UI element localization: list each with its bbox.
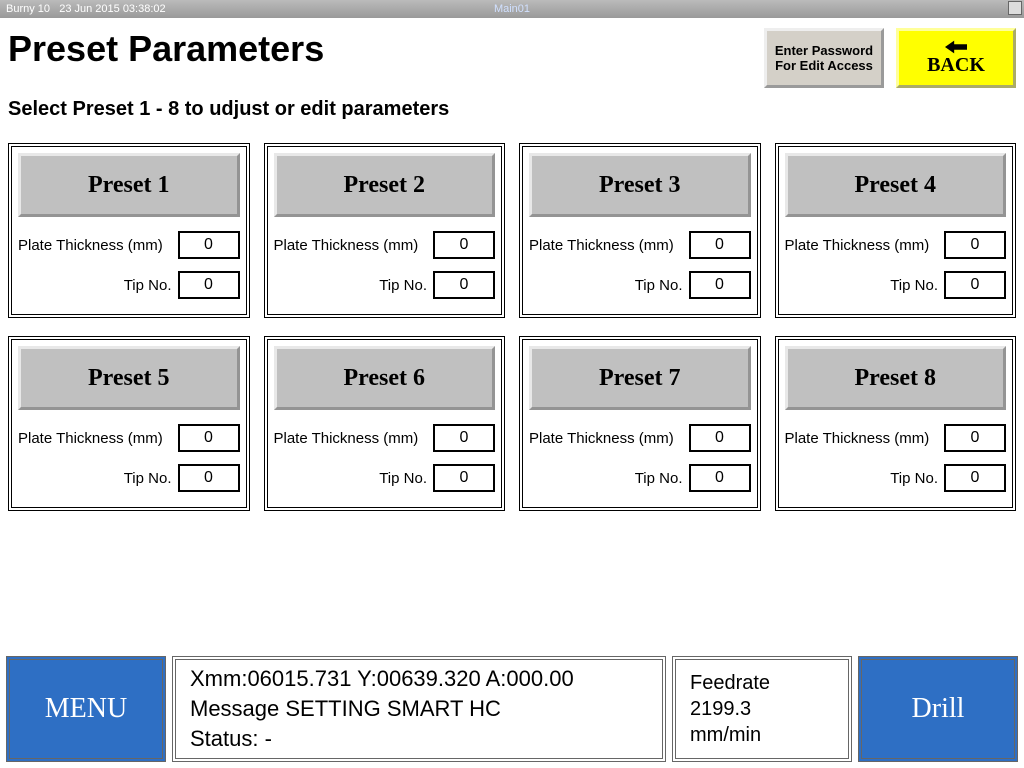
preset-card: Preset 6 Plate Thickness (mm) 0 Tip No. … (264, 336, 506, 511)
feedrate-value: 2199.3 (690, 696, 751, 722)
tip-no-value[interactable]: 0 (433, 464, 495, 492)
feedrate-unit: mm/min (690, 722, 761, 748)
tip-no-value[interactable]: 0 (944, 271, 1006, 299)
tip-no-value[interactable]: 0 (433, 271, 495, 299)
footer-bar: MENU Xmm:06015.731 Y:00639.320 A:000.00 … (0, 650, 1024, 768)
plate-thickness-value[interactable]: 0 (433, 424, 495, 452)
coordinates-readout: Xmm:06015.731 Y:00639.320 A:000.00 (190, 664, 574, 694)
plate-thickness-label: Plate Thickness (mm) (529, 430, 689, 447)
preset-card: Preset 8 Plate Thickness (mm) 0 Tip No. … (775, 336, 1017, 511)
tip-no-label: Tip No. (274, 277, 434, 294)
preset-button[interactable]: Preset 3 (529, 153, 751, 217)
preset-card: Preset 5 Plate Thickness (mm) 0 Tip No. … (8, 336, 250, 511)
plate-thickness-label: Plate Thickness (mm) (785, 430, 945, 447)
plate-thickness-value[interactable]: 0 (689, 424, 751, 452)
plate-thickness-value[interactable]: 0 (944, 231, 1006, 259)
titlebar-screen-name: Main01 (494, 3, 530, 15)
plate-thickness-label: Plate Thickness (mm) (274, 430, 434, 447)
titlebar-app: Burny 10 23 Jun 2015 03:38:02 (6, 3, 166, 15)
tip-no-label: Tip No. (529, 277, 689, 294)
tip-no-value[interactable]: 0 (689, 464, 751, 492)
plate-thickness-label: Plate Thickness (mm) (785, 237, 945, 254)
tip-no-value[interactable]: 0 (689, 271, 751, 299)
tip-no-value[interactable]: 0 (178, 464, 240, 492)
preset-button[interactable]: Preset 6 (274, 346, 496, 410)
plate-thickness-label: Plate Thickness (mm) (274, 237, 434, 254)
status-panel: Xmm:06015.731 Y:00639.320 A:000.00 Messa… (172, 656, 666, 762)
message-readout: Message SETTING SMART HC (190, 694, 501, 724)
menu-button[interactable]: MENU (6, 656, 166, 762)
tip-no-value[interactable]: 0 (178, 271, 240, 299)
preset-button[interactable]: Preset 5 (18, 346, 240, 410)
preset-button[interactable]: Preset 8 (785, 346, 1007, 410)
back-button[interactable]: BACK (896, 28, 1016, 88)
tip-no-value[interactable]: 0 (944, 464, 1006, 492)
preset-grid: Preset 1 Plate Thickness (mm) 0 Tip No. … (8, 143, 1016, 511)
tip-no-label: Tip No. (529, 470, 689, 487)
plate-thickness-value[interactable]: 0 (178, 424, 240, 452)
tip-no-label: Tip No. (274, 470, 434, 487)
preset-card: Preset 3 Plate Thickness (mm) 0 Tip No. … (519, 143, 761, 318)
plate-thickness-value[interactable]: 0 (433, 231, 495, 259)
plate-thickness-label: Plate Thickness (mm) (18, 430, 178, 447)
preset-card: Preset 7 Plate Thickness (mm) 0 Tip No. … (519, 336, 761, 511)
window-titlebar: Burny 10 23 Jun 2015 03:38:02 Main01 (0, 0, 1024, 18)
plate-thickness-label: Plate Thickness (mm) (18, 237, 178, 254)
preset-button[interactable]: Preset 7 (529, 346, 751, 410)
page-subtitle: Select Preset 1 - 8 to udjust or edit pa… (8, 98, 1016, 121)
main-content: Preset Parameters Enter Password For Edi… (0, 18, 1024, 650)
drill-button[interactable]: Drill (858, 656, 1018, 762)
status-readout: Status: - (190, 724, 272, 754)
preset-card: Preset 2 Plate Thickness (mm) 0 Tip No. … (264, 143, 506, 318)
feedrate-label: Feedrate (690, 670, 770, 696)
preset-card: Preset 1 Plate Thickness (mm) 0 Tip No. … (8, 143, 250, 318)
tip-no-label: Tip No. (785, 277, 945, 294)
feedrate-panel: Feedrate 2199.3 mm/min (672, 656, 852, 762)
window-close-icon[interactable] (1008, 1, 1022, 15)
tip-no-label: Tip No. (18, 470, 178, 487)
preset-card: Preset 4 Plate Thickness (mm) 0 Tip No. … (775, 143, 1017, 318)
page-title: Preset Parameters (8, 28, 764, 70)
plate-thickness-value[interactable]: 0 (944, 424, 1006, 452)
preset-button[interactable]: Preset 2 (274, 153, 496, 217)
tip-no-label: Tip No. (785, 470, 945, 487)
preset-button[interactable]: Preset 4 (785, 153, 1007, 217)
plate-thickness-value[interactable]: 0 (689, 231, 751, 259)
preset-button[interactable]: Preset 1 (18, 153, 240, 217)
enter-password-button[interactable]: Enter Password For Edit Access (764, 28, 884, 88)
plate-thickness-label: Plate Thickness (mm) (529, 237, 689, 254)
tip-no-label: Tip No. (18, 277, 178, 294)
back-arrow-icon (945, 40, 967, 54)
plate-thickness-value[interactable]: 0 (178, 231, 240, 259)
